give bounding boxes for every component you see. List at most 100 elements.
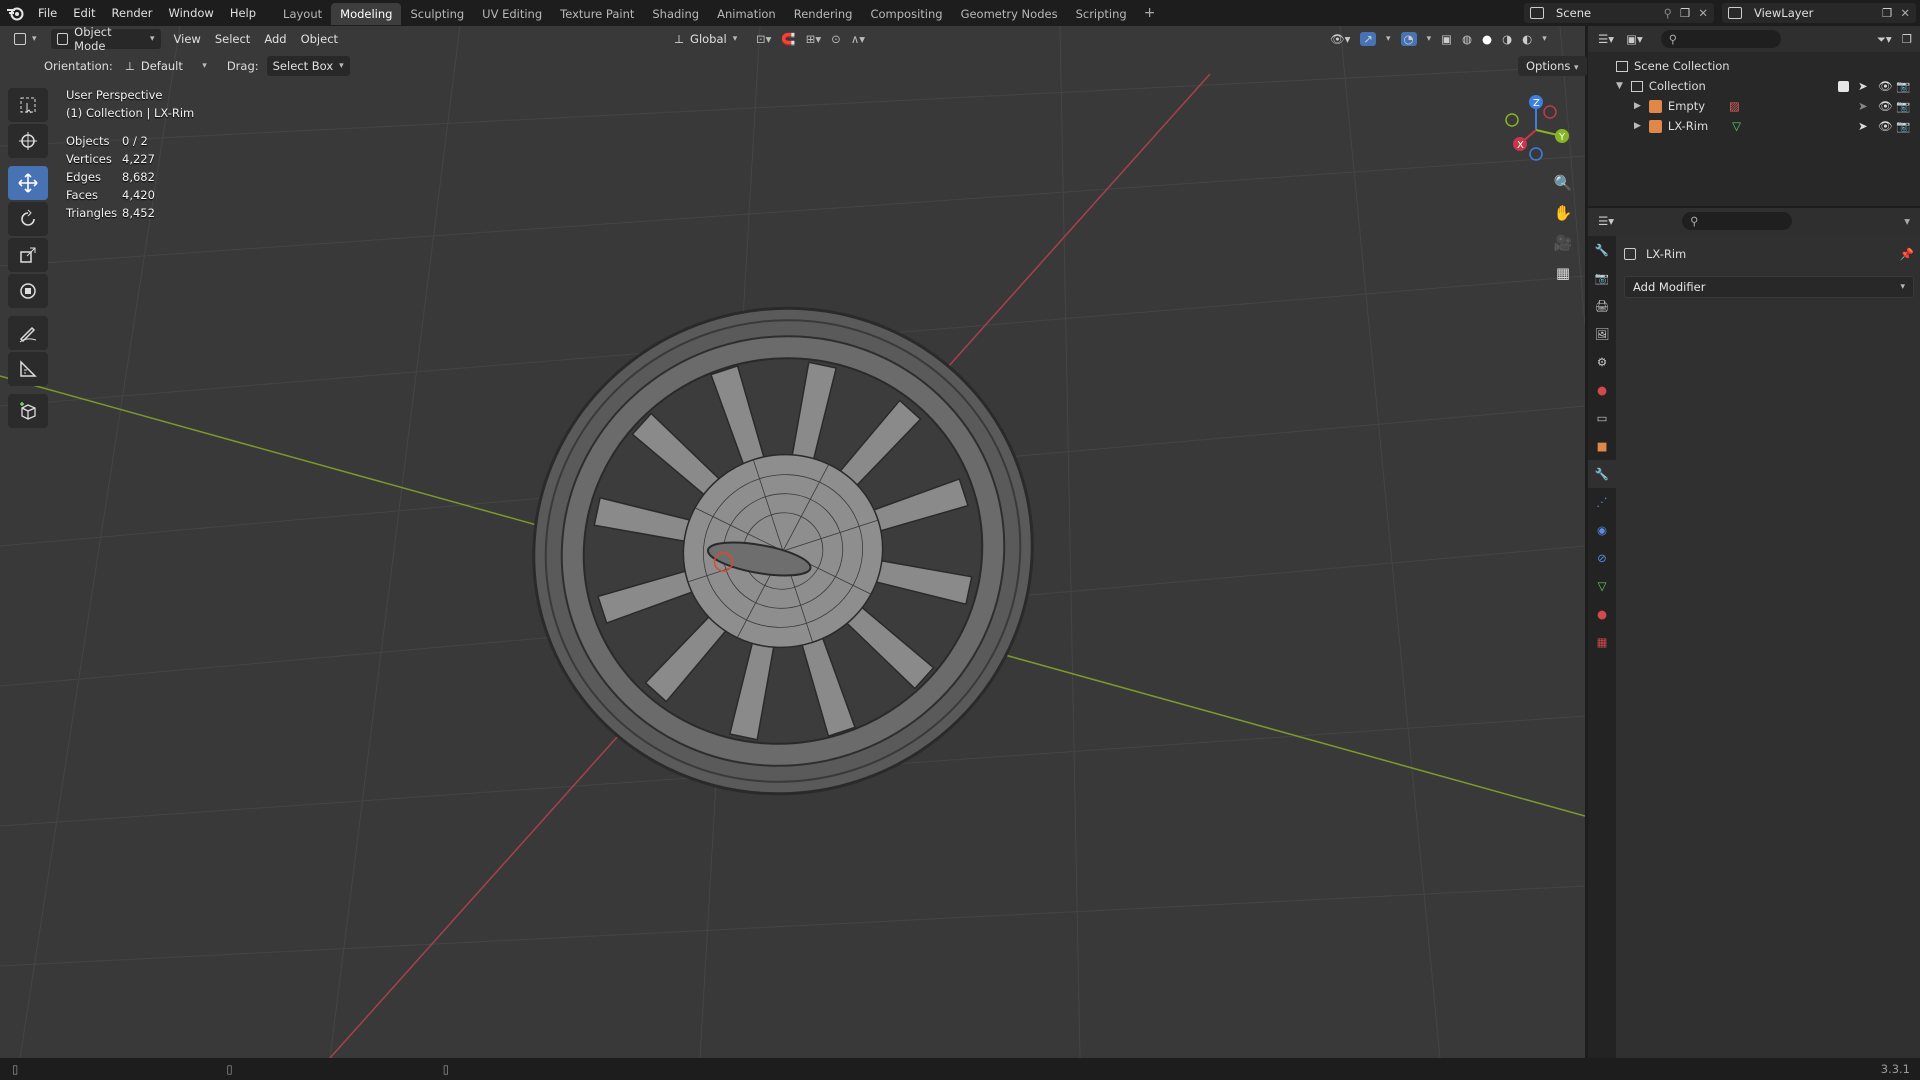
tab-object[interactable]: ■ xyxy=(1588,432,1616,460)
tab-uv-editing[interactable]: UV Editing xyxy=(473,3,551,25)
neg-y-axis-handle[interactable] xyxy=(1505,113,1519,127)
tab-modeling[interactable]: Modeling xyxy=(331,3,402,25)
mode-dropdown[interactable]: Object Mode ▾ xyxy=(50,25,161,53)
tab-collection[interactable]: ▭ xyxy=(1588,404,1616,432)
orientation-dropdown[interactable]: ⊥ Default ▾ xyxy=(119,56,213,76)
tab-layout[interactable]: Layout xyxy=(274,3,331,25)
camera-render-icon[interactable]: 📷 xyxy=(1896,79,1910,93)
tab-rendering[interactable]: Rendering xyxy=(785,3,862,25)
menu-file[interactable]: File xyxy=(30,0,65,26)
menu-window[interactable]: Window xyxy=(160,0,221,26)
proportional-edit-icon[interactable]: ⊙ xyxy=(831,32,841,46)
new-scene-icon[interactable]: ❐ xyxy=(1680,6,1690,20)
tab-scene[interactable]: ⚙ xyxy=(1588,348,1616,376)
properties-search-input[interactable]: ⚲ xyxy=(1682,212,1793,230)
neg-x-axis-handle[interactable] xyxy=(1543,105,1557,119)
expand-arrow-icon[interactable]: ▶ xyxy=(1634,121,1641,131)
tab-physics[interactable]: ◉ xyxy=(1588,516,1616,544)
add-workspace-button[interactable]: + xyxy=(1136,0,1164,26)
tab-compositing[interactable]: Compositing xyxy=(861,3,951,25)
wheel-rim-mesh[interactable] xyxy=(470,244,1095,859)
menu-render[interactable]: Render xyxy=(104,0,161,26)
tab-material[interactable]: ● xyxy=(1588,600,1616,628)
material-shading-icon[interactable]: ◑ xyxy=(1502,32,1512,46)
checkbox-icon[interactable] xyxy=(1838,80,1849,92)
new-collection-icon[interactable]: ❐ xyxy=(1902,32,1912,46)
rotate-tool[interactable] xyxy=(8,202,48,236)
select-arrow-icon[interactable]: ➤ xyxy=(1858,99,1868,113)
editor-type-button[interactable]: ▾ xyxy=(8,29,43,49)
tab-texture-paint[interactable]: Texture Paint xyxy=(551,3,643,25)
overlays-icon[interactable]: ◔ xyxy=(1400,32,1417,46)
scale-tool[interactable] xyxy=(8,238,48,272)
tab-world[interactable]: ● xyxy=(1588,376,1616,404)
close-icon[interactable]: ✕ xyxy=(1900,6,1910,20)
options-dropdown[interactable]: Options ▾ xyxy=(1518,56,1587,76)
navigation-gizmo[interactable]: Z Y X xyxy=(1492,90,1572,170)
gizmo-icon[interactable]: ↗ xyxy=(1360,32,1377,46)
tab-modifiers[interactable]: 🔧 xyxy=(1588,460,1616,488)
pin-icon[interactable]: ⚲ xyxy=(1664,6,1672,20)
expand-arrow-icon[interactable]: ▼ xyxy=(1616,81,1623,91)
transform-tool[interactable] xyxy=(8,274,48,308)
tab-sculpting[interactable]: Sculpting xyxy=(401,3,473,25)
tab-animation[interactable]: Animation xyxy=(708,3,785,25)
rendered-shading-icon[interactable]: ◐ xyxy=(1522,32,1532,46)
menu-add[interactable]: Add xyxy=(257,29,293,49)
eye-icon[interactable]: 👁 xyxy=(1878,79,1893,93)
display-mode-icon[interactable]: ▣▾ xyxy=(1626,32,1643,46)
tab-view-layer[interactable]: 🖼 xyxy=(1588,320,1616,348)
chevron-down-icon[interactable]: ▾ xyxy=(1904,214,1910,228)
visibility-icon[interactable]: 👁▾ xyxy=(1330,32,1350,46)
camera-render-icon[interactable]: 📷 xyxy=(1896,119,1910,133)
add-cube-tool[interactable] xyxy=(8,394,48,428)
pan-button[interactable]: ✋ xyxy=(1549,200,1577,226)
zoom-button[interactable]: 🔍 xyxy=(1549,170,1577,196)
ortho-toggle-button[interactable]: ▦ xyxy=(1549,260,1577,286)
tab-tool[interactable]: 🔧 xyxy=(1588,236,1616,264)
xray-icon[interactable]: ▣ xyxy=(1441,32,1452,46)
move-tool[interactable] xyxy=(8,166,48,200)
new-view-layer-icon[interactable]: ❐ xyxy=(1882,6,1892,20)
tab-particles[interactable]: ⋰ xyxy=(1588,488,1616,516)
drag-dropdown[interactable]: Select Box ▾ xyxy=(266,56,350,76)
outliner-item-empty[interactable]: ▶ Empty ▨ ➤ 👁 📷 xyxy=(1588,96,1920,116)
menu-help[interactable]: Help xyxy=(222,0,264,26)
transform-orientation-dropdown[interactable]: ⊥ Global ▾ xyxy=(668,29,748,49)
menu-object[interactable]: Object xyxy=(294,29,345,49)
3d-viewport[interactable] xyxy=(0,26,1585,1058)
close-icon[interactable]: ✕ xyxy=(1698,6,1708,20)
outliner-search-input[interactable]: ⚲ xyxy=(1660,30,1781,48)
cursor-tool[interactable] xyxy=(8,124,48,158)
select-arrow-icon[interactable]: ➤ xyxy=(1858,79,1868,93)
eye-icon[interactable]: 👁 xyxy=(1878,119,1893,133)
tab-scripting[interactable]: Scripting xyxy=(1067,3,1136,25)
add-modifier-dropdown[interactable]: Add Modifier ▾ xyxy=(1624,276,1914,298)
tab-constraints[interactable]: ⊘ xyxy=(1588,544,1616,572)
tab-output[interactable]: 🖨 xyxy=(1588,292,1616,320)
camera-render-icon[interactable]: 📷 xyxy=(1896,99,1910,113)
scene-selector[interactable]: Scene ⚲ ❐ ✕ xyxy=(1524,3,1714,23)
annotate-tool[interactable] xyxy=(8,316,48,350)
tab-data[interactable]: ▽ xyxy=(1588,572,1616,600)
outliner-collection[interactable]: ▼ Collection ➤ 👁 📷 xyxy=(1588,76,1920,96)
falloff-icon[interactable]: ∧▾ xyxy=(851,32,865,46)
filter-icon[interactable]: ⏷▾ xyxy=(1877,32,1892,47)
outliner-item-lx-rim[interactable]: ▶ LX-Rim ▽ ➤ 👁 📷 xyxy=(1588,116,1920,136)
tab-texture[interactable]: ▦ xyxy=(1588,628,1616,656)
menu-edit[interactable]: Edit xyxy=(65,0,103,26)
view-layer-selector[interactable]: ViewLayer ❐ ✕ xyxy=(1722,3,1916,23)
properties-editor-icon[interactable]: ☰▾ xyxy=(1598,214,1614,228)
snap-target-icon[interactable]: ⊞▾ xyxy=(806,32,821,46)
menu-view[interactable]: View xyxy=(167,29,208,49)
measure-tool[interactable] xyxy=(8,352,48,386)
neg-z-axis-handle[interactable] xyxy=(1529,147,1543,161)
snap-icon[interactable]: 🧲 xyxy=(781,32,795,46)
pivot-icon[interactable]: ⊡▾ xyxy=(756,32,771,46)
expand-arrow-icon[interactable]: ▶ xyxy=(1634,101,1641,111)
camera-view-button[interactable]: 🎥 xyxy=(1549,230,1577,256)
pin-icon[interactable]: 📌 xyxy=(1900,247,1914,261)
menu-select[interactable]: Select xyxy=(208,29,257,49)
outliner-scene-collection[interactable]: Scene Collection xyxy=(1588,56,1920,76)
blender-logo-icon[interactable] xyxy=(0,0,30,26)
